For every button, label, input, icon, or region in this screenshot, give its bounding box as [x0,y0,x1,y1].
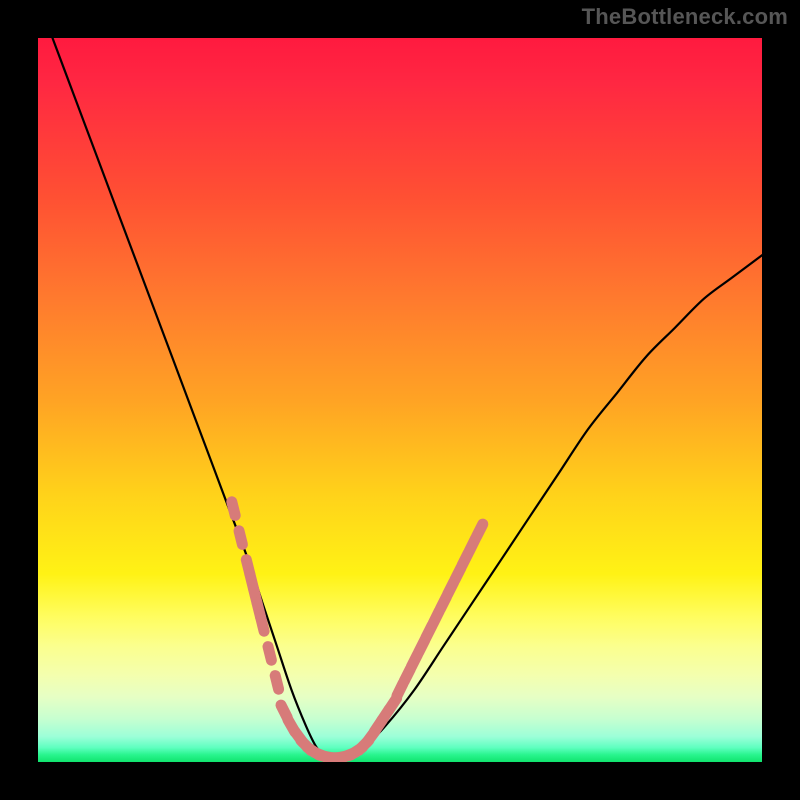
main-curve [53,38,763,760]
chart-svg [38,38,762,762]
chart-stage: TheBottleneck.com [0,0,800,800]
plot-area [38,38,762,762]
marker-band-right [397,524,483,696]
marker-band-left [232,502,279,689]
watermark-text: TheBottleneck.com [582,4,788,30]
